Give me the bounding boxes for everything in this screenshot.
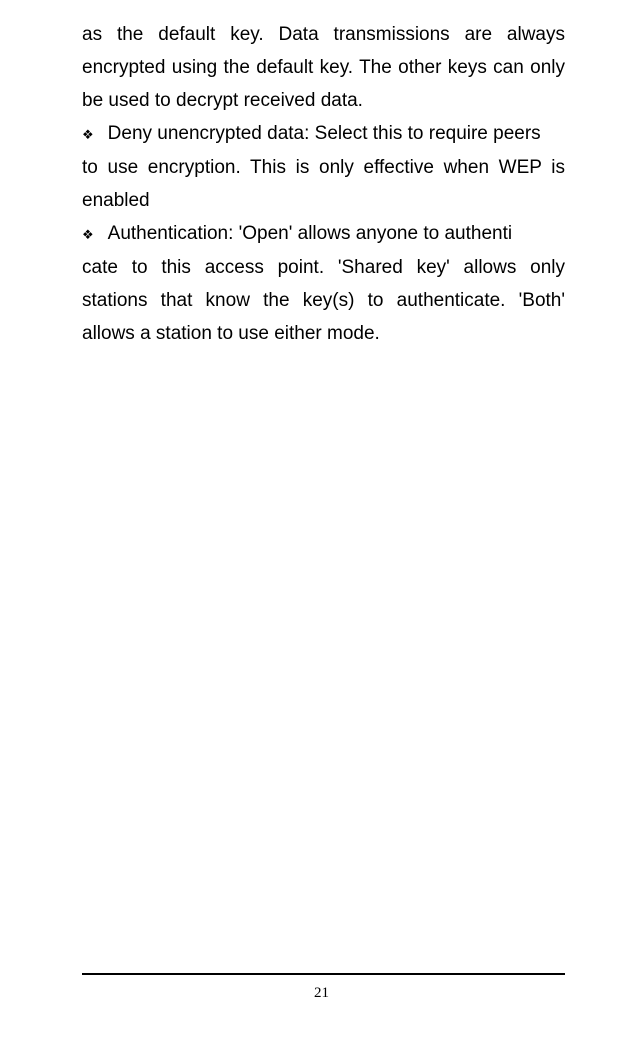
page-footer: 21 bbox=[0, 973, 643, 1002]
bullet-continuation: to use encryption. This is only effectiv… bbox=[82, 151, 565, 217]
bullet-first-line: Authentication: 'Open' allows anyone to … bbox=[108, 217, 565, 250]
bullet-first-line: Deny unencrypted data: Select this to re… bbox=[108, 117, 565, 150]
bullet-continuation: cate to this access point. 'Shared key' … bbox=[82, 251, 565, 350]
bullet-item: ❖ Authentication: 'Open' allows anyone t… bbox=[82, 217, 565, 251]
lead-in-paragraph: as the default key. Data transmissions a… bbox=[82, 18, 565, 117]
diamond-bullet-icon: ❖ bbox=[82, 118, 94, 151]
diamond-bullet-icon: ❖ bbox=[82, 218, 94, 251]
page-content: as the default key. Data transmissions a… bbox=[0, 0, 643, 350]
page-number: 21 bbox=[0, 985, 643, 1002]
bullet-item: ❖ Deny unencrypted data: Select this to … bbox=[82, 117, 565, 151]
footer-rule bbox=[82, 973, 565, 975]
